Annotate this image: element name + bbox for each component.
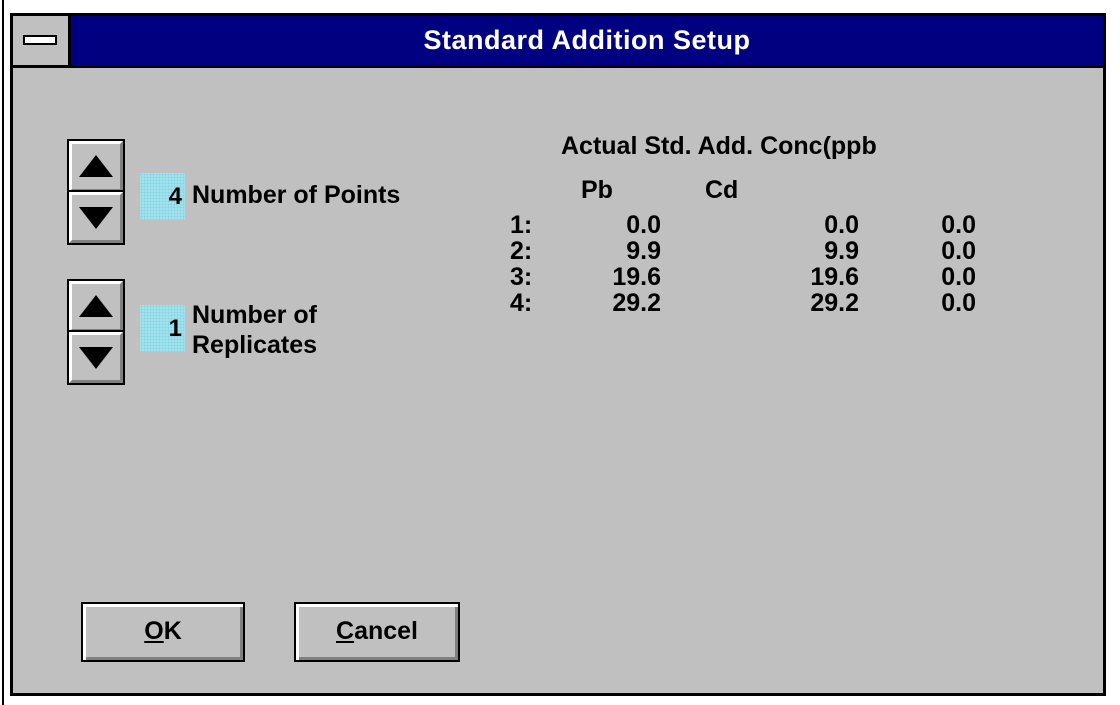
third-value: 0.0 bbox=[941, 289, 976, 317]
table-row: 2: 9.9 9.9 0.0 bbox=[13, 238, 1103, 264]
cancel-label: ancel bbox=[354, 617, 418, 645]
table-row: 4: 29.2 29.2 0.0 bbox=[13, 290, 1103, 316]
system-menu-bar-icon bbox=[23, 35, 57, 45]
third-value: 0.0 bbox=[941, 237, 976, 265]
table-row: 1: 0.0 0.0 0.0 bbox=[13, 212, 1103, 238]
row-index: 4: bbox=[510, 289, 533, 317]
ok-mnemonic: O bbox=[144, 617, 164, 645]
concentration-title: Actual Std. Add. Conc(ppb bbox=[561, 132, 877, 160]
pb-value: 19.6 bbox=[612, 263, 661, 291]
column-header-pb: Pb bbox=[581, 176, 613, 204]
points-label: Number of Points bbox=[192, 181, 401, 209]
cancel-mnemonic: C bbox=[336, 617, 355, 645]
row-index: 1: bbox=[510, 211, 533, 239]
column-header-cd: Cd bbox=[705, 176, 739, 204]
screen-edge bbox=[2, 0, 4, 705]
replicates-decrease-button[interactable] bbox=[69, 332, 123, 383]
points-increase-button[interactable] bbox=[69, 141, 123, 192]
arrow-down-icon bbox=[79, 347, 113, 369]
arrow-up-icon bbox=[79, 155, 113, 177]
dialog-client-area: 4 Number of Points 1 Number of Replicate… bbox=[13, 68, 1103, 693]
cd-value: 0.0 bbox=[824, 211, 859, 239]
pb-value: 0.0 bbox=[626, 211, 661, 239]
system-menu-button[interactable] bbox=[13, 16, 71, 65]
standard-addition-dialog: Standard Addition Setup 4 Number of Poin… bbox=[10, 13, 1106, 696]
third-value: 0.0 bbox=[941, 263, 976, 291]
cd-value: 19.6 bbox=[810, 263, 859, 291]
title-bar: Standard Addition Setup bbox=[13, 16, 1103, 68]
row-index: 3: bbox=[510, 263, 533, 291]
pb-value: 9.9 bbox=[626, 237, 661, 265]
cancel-button[interactable]: Cancel bbox=[294, 602, 460, 662]
ok-label: K bbox=[163, 617, 182, 645]
table-row: 3: 19.6 19.6 0.0 bbox=[13, 264, 1103, 290]
dialog-title: Standard Addition Setup bbox=[423, 25, 751, 55]
row-index: 2: bbox=[510, 237, 533, 265]
cd-value: 29.2 bbox=[810, 289, 859, 317]
pb-value: 29.2 bbox=[612, 289, 661, 317]
cd-value: 9.9 bbox=[824, 237, 859, 265]
third-value: 0.0 bbox=[941, 211, 976, 239]
ok-button[interactable]: OK bbox=[81, 602, 245, 662]
replicates-label-line2: Replicates bbox=[192, 331, 318, 359]
